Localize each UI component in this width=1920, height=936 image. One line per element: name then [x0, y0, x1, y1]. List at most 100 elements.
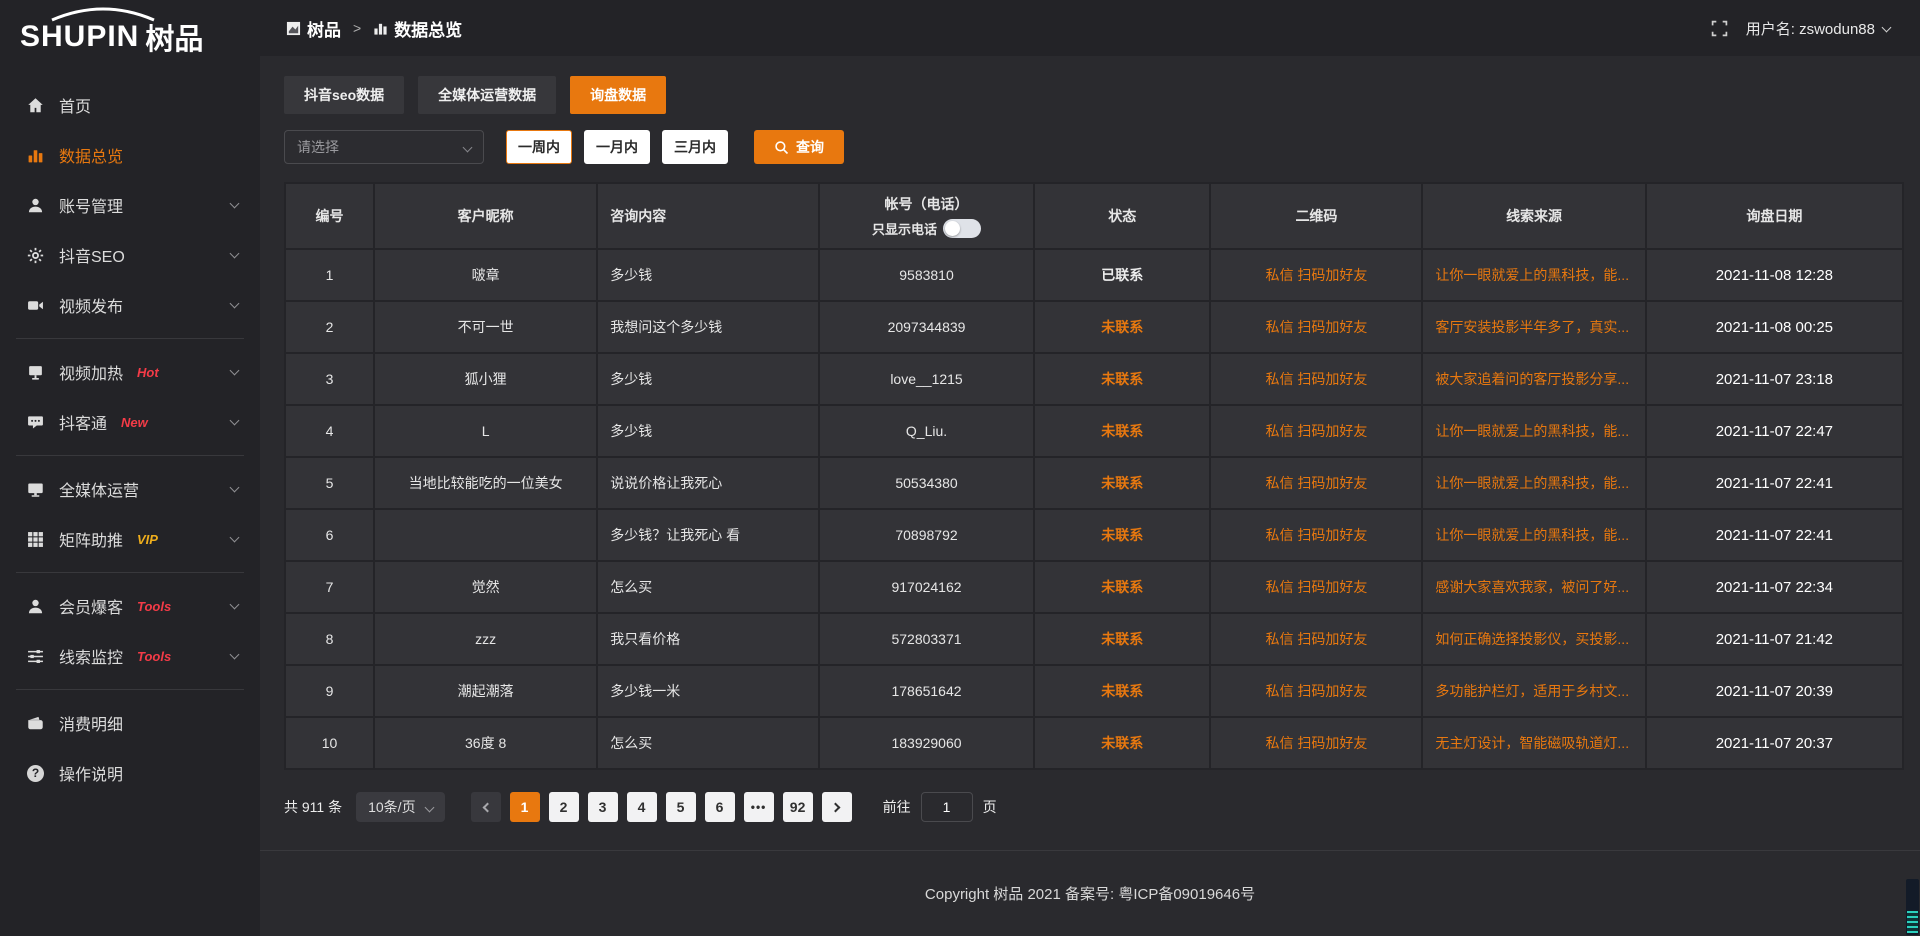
tab-inquiry-data[interactable]: 询盘数据 — [570, 76, 666, 114]
goto-page-input[interactable] — [921, 792, 973, 822]
cell-account: 50534380 — [819, 457, 1034, 509]
cell-nickname: 潮起潮落 — [374, 665, 597, 717]
cell-source-link[interactable]: 如何正确选择投影仪，买投影... — [1422, 613, 1645, 665]
cell-source-link[interactable]: 多功能护栏灯，适用于乡村文... — [1422, 665, 1645, 717]
sidebar-item-consumption-details[interactable]: 消费明细 — [0, 698, 260, 748]
username-dropdown[interactable]: 用户名: zswodun88 — [1746, 18, 1890, 39]
cell-status: 未联系 — [1034, 301, 1210, 353]
sliders-icon — [26, 647, 45, 666]
sidebar-item-doukertong[interactable]: 抖客通 New — [0, 397, 260, 447]
range-button-quarter[interactable]: 三月内 — [662, 130, 728, 164]
question-circle-icon: ? — [26, 764, 45, 783]
cell-account: 9583810 — [819, 249, 1034, 301]
sidebar-item-data-overview[interactable]: 数据总览 — [0, 130, 260, 180]
cell-source-link[interactable]: 被大家追着问的客厅投影分享... — [1422, 353, 1645, 405]
cell-qrcode-link[interactable]: 私信 扫码加好友 — [1210, 717, 1422, 769]
sidebar-item-douyin-seo[interactable]: 抖音SEO — [0, 230, 260, 280]
scroll-indicator-stripes — [1907, 911, 1918, 933]
page-button-3[interactable]: 3 — [588, 792, 618, 822]
cell-qrcode-link[interactable]: 私信 扫码加好友 — [1210, 353, 1422, 405]
cell-source-link[interactable]: 让你一眼就爱上的黑科技，能... — [1422, 509, 1645, 561]
fullscreen-icon[interactable] — [1711, 20, 1728, 37]
tab-douyin-seo-data[interactable]: 抖音seo数据 — [284, 76, 404, 114]
page-button-6[interactable]: 6 — [705, 792, 735, 822]
range-button-week[interactable]: 一周内 — [506, 130, 572, 164]
search-button[interactable]: 查询 — [754, 130, 844, 164]
cell-id: 1 — [285, 249, 374, 301]
next-page-button[interactable] — [822, 792, 852, 822]
cell-qrcode-link[interactable]: 私信 扫码加好友 — [1210, 457, 1422, 509]
sidebar-item-video-heating[interactable]: 视频加热 Hot — [0, 347, 260, 397]
per-page-select[interactable]: 10条/页 — [356, 792, 444, 822]
app-icon — [286, 21, 301, 36]
sidebar-item-lead-monitoring[interactable]: 线索监控 Tools — [0, 631, 260, 681]
cell-account: Q_Liu. — [819, 405, 1034, 457]
cell-qrcode-link[interactable]: 私信 扫码加好友 — [1210, 405, 1422, 457]
col-header-date: 询盘日期 — [1646, 183, 1903, 249]
sidebar-item-operation-guide[interactable]: ? 操作说明 — [0, 748, 260, 798]
page-ellipsis-button[interactable]: ••• — [744, 792, 774, 822]
copyright-text: Copyright 树品 2021 备案号: 粤ICP备09019646号 — [925, 883, 1255, 904]
cell-source-link[interactable]: 无主灯设计，智能磁吸轨道灯... — [1422, 717, 1645, 769]
cell-source-link[interactable]: 感谢大家喜欢我家，被问了好... — [1422, 561, 1645, 613]
filter-bar: 请选择 一周内 一月内 三月内 查询 — [284, 130, 1904, 164]
scroll-indicator[interactable] — [1906, 879, 1919, 935]
sidebar-item-omnimedia-operation[interactable]: 全媒体运营 — [0, 464, 260, 514]
search-icon — [774, 140, 789, 155]
cell-date: 2021-11-07 21:42 — [1646, 613, 1903, 665]
breadcrumb-separator: > — [353, 20, 361, 36]
cell-qrcode-link[interactable]: 私信 扫码加好友 — [1210, 613, 1422, 665]
cell-qrcode-link[interactable]: 私信 扫码加好友 — [1210, 561, 1422, 613]
chevron-down-icon — [230, 299, 240, 309]
cell-source-link[interactable]: 让你一眼就爱上的黑科技，能... — [1422, 457, 1645, 509]
main-area: 树品 > 数据总览 用户名: zswodun88 抖音seo数据 全媒 — [260, 0, 1920, 936]
page-button-5[interactable]: 5 — [666, 792, 696, 822]
table-row: 2 不可一世 我想问这个多少钱 2097344839 未联系 私信 扫码加好友 … — [285, 301, 1903, 353]
chevron-down-icon — [463, 142, 473, 152]
sidebar-item-home[interactable]: 首页 — [0, 80, 260, 130]
cell-date: 2021-11-07 22:41 — [1646, 509, 1903, 561]
col-header-source: 线索来源 — [1422, 183, 1645, 249]
table-header-row: 编号 客户昵称 咨询内容 帐号（电话） 只显示电话 — [285, 183, 1903, 249]
goto-suffix: 页 — [983, 797, 997, 817]
sidebar-item-label: 抖客通 — [59, 410, 107, 434]
breadcrumb: 树品 > 数据总览 — [286, 16, 462, 41]
cell-source-link[interactable]: 让你一眼就爱上的黑科技，能... — [1422, 405, 1645, 457]
breadcrumb-current[interactable]: 数据总览 — [373, 16, 462, 41]
cell-nickname: 不可一世 — [374, 301, 597, 353]
cell-qrcode-link[interactable]: 私信 扫码加好友 — [1210, 249, 1422, 301]
col-header-account: 帐号（电话） 只显示电话 — [819, 183, 1034, 249]
chevron-down-icon — [230, 650, 240, 660]
cell-qrcode-link[interactable]: 私信 扫码加好友 — [1210, 301, 1422, 353]
page-button-1[interactable]: 1 — [510, 792, 540, 822]
col-header-status: 状态 — [1034, 183, 1210, 249]
cell-qrcode-link[interactable]: 私信 扫码加好友 — [1210, 509, 1422, 561]
breadcrumb-root[interactable]: 树品 — [286, 16, 341, 41]
toggle-knob — [945, 221, 960, 236]
chevron-down-icon — [230, 366, 240, 376]
sidebar-item-video-publish[interactable]: 视频发布 — [0, 280, 260, 330]
cell-nickname: 啵章 — [374, 249, 597, 301]
page-button-4[interactable]: 4 — [627, 792, 657, 822]
chevron-down-icon — [424, 802, 434, 812]
cell-source-link[interactable]: 客厅安装投影半年多了，真实... — [1422, 301, 1645, 353]
page-button-2[interactable]: 2 — [549, 792, 579, 822]
sidebar-item-account-management[interactable]: 账号管理 — [0, 180, 260, 230]
cell-inquiry: 说说价格让我死心 — [597, 457, 819, 509]
cell-qrcode-link[interactable]: 私信 扫码加好友 — [1210, 665, 1422, 717]
cell-source-link[interactable]: 让你一眼就爱上的黑科技，能... — [1422, 249, 1645, 301]
page-button-92[interactable]: 92 — [783, 792, 813, 822]
pagination: 共 911 条 10条/页 1 2 3 4 5 6 ••• 92 前往 页 — [284, 792, 1904, 822]
vip-badge: VIP — [137, 532, 158, 547]
cell-inquiry: 多少钱一米 — [597, 665, 819, 717]
account-select[interactable]: 请选择 — [284, 130, 484, 164]
cell-status: 未联系 — [1034, 561, 1210, 613]
phone-only-toggle[interactable] — [943, 219, 981, 238]
range-button-month[interactable]: 一月内 — [584, 130, 650, 164]
tab-omnimedia-data[interactable]: 全媒体运营数据 — [418, 76, 556, 114]
cell-date: 2021-11-07 23:18 — [1646, 353, 1903, 405]
prev-page-button[interactable] — [471, 792, 501, 822]
sidebar-item-member-burst[interactable]: 会员爆客 Tools — [0, 581, 260, 631]
sidebar-item-label: 全媒体运营 — [59, 477, 139, 501]
sidebar-item-matrix-boost[interactable]: 矩阵助推 VIP — [0, 514, 260, 564]
